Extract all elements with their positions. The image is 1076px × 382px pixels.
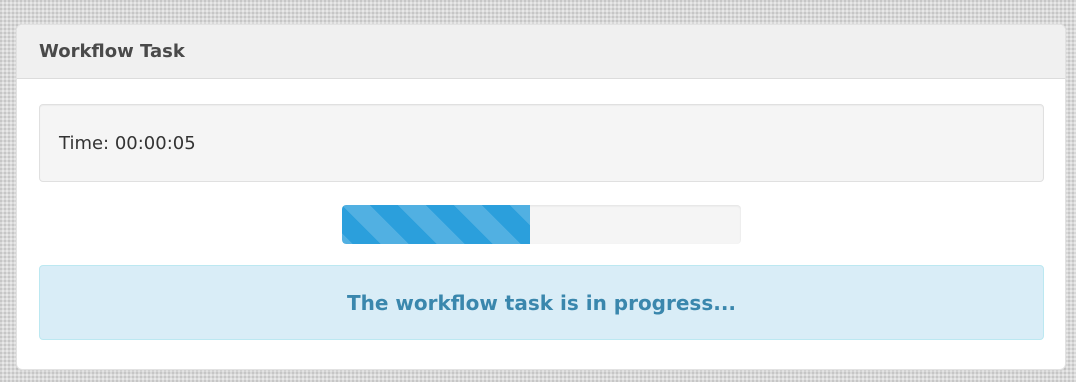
- panel-header: Workflow Task: [17, 25, 1065, 79]
- elapsed-time-box: Time: 00:00:05: [39, 104, 1044, 182]
- progress-bar-fill: [342, 205, 530, 244]
- progress-bar-track: [342, 205, 741, 244]
- panel-title: Workflow Task: [39, 41, 185, 62]
- status-alert: The workflow task is in progress...: [39, 265, 1044, 340]
- status-message: The workflow task is in progress...: [346, 290, 737, 315]
- workflow-task-panel: Workflow Task Time: 00:00:05 The workflo…: [16, 24, 1066, 370]
- elapsed-time-label: Time: 00:00:05: [59, 132, 196, 154]
